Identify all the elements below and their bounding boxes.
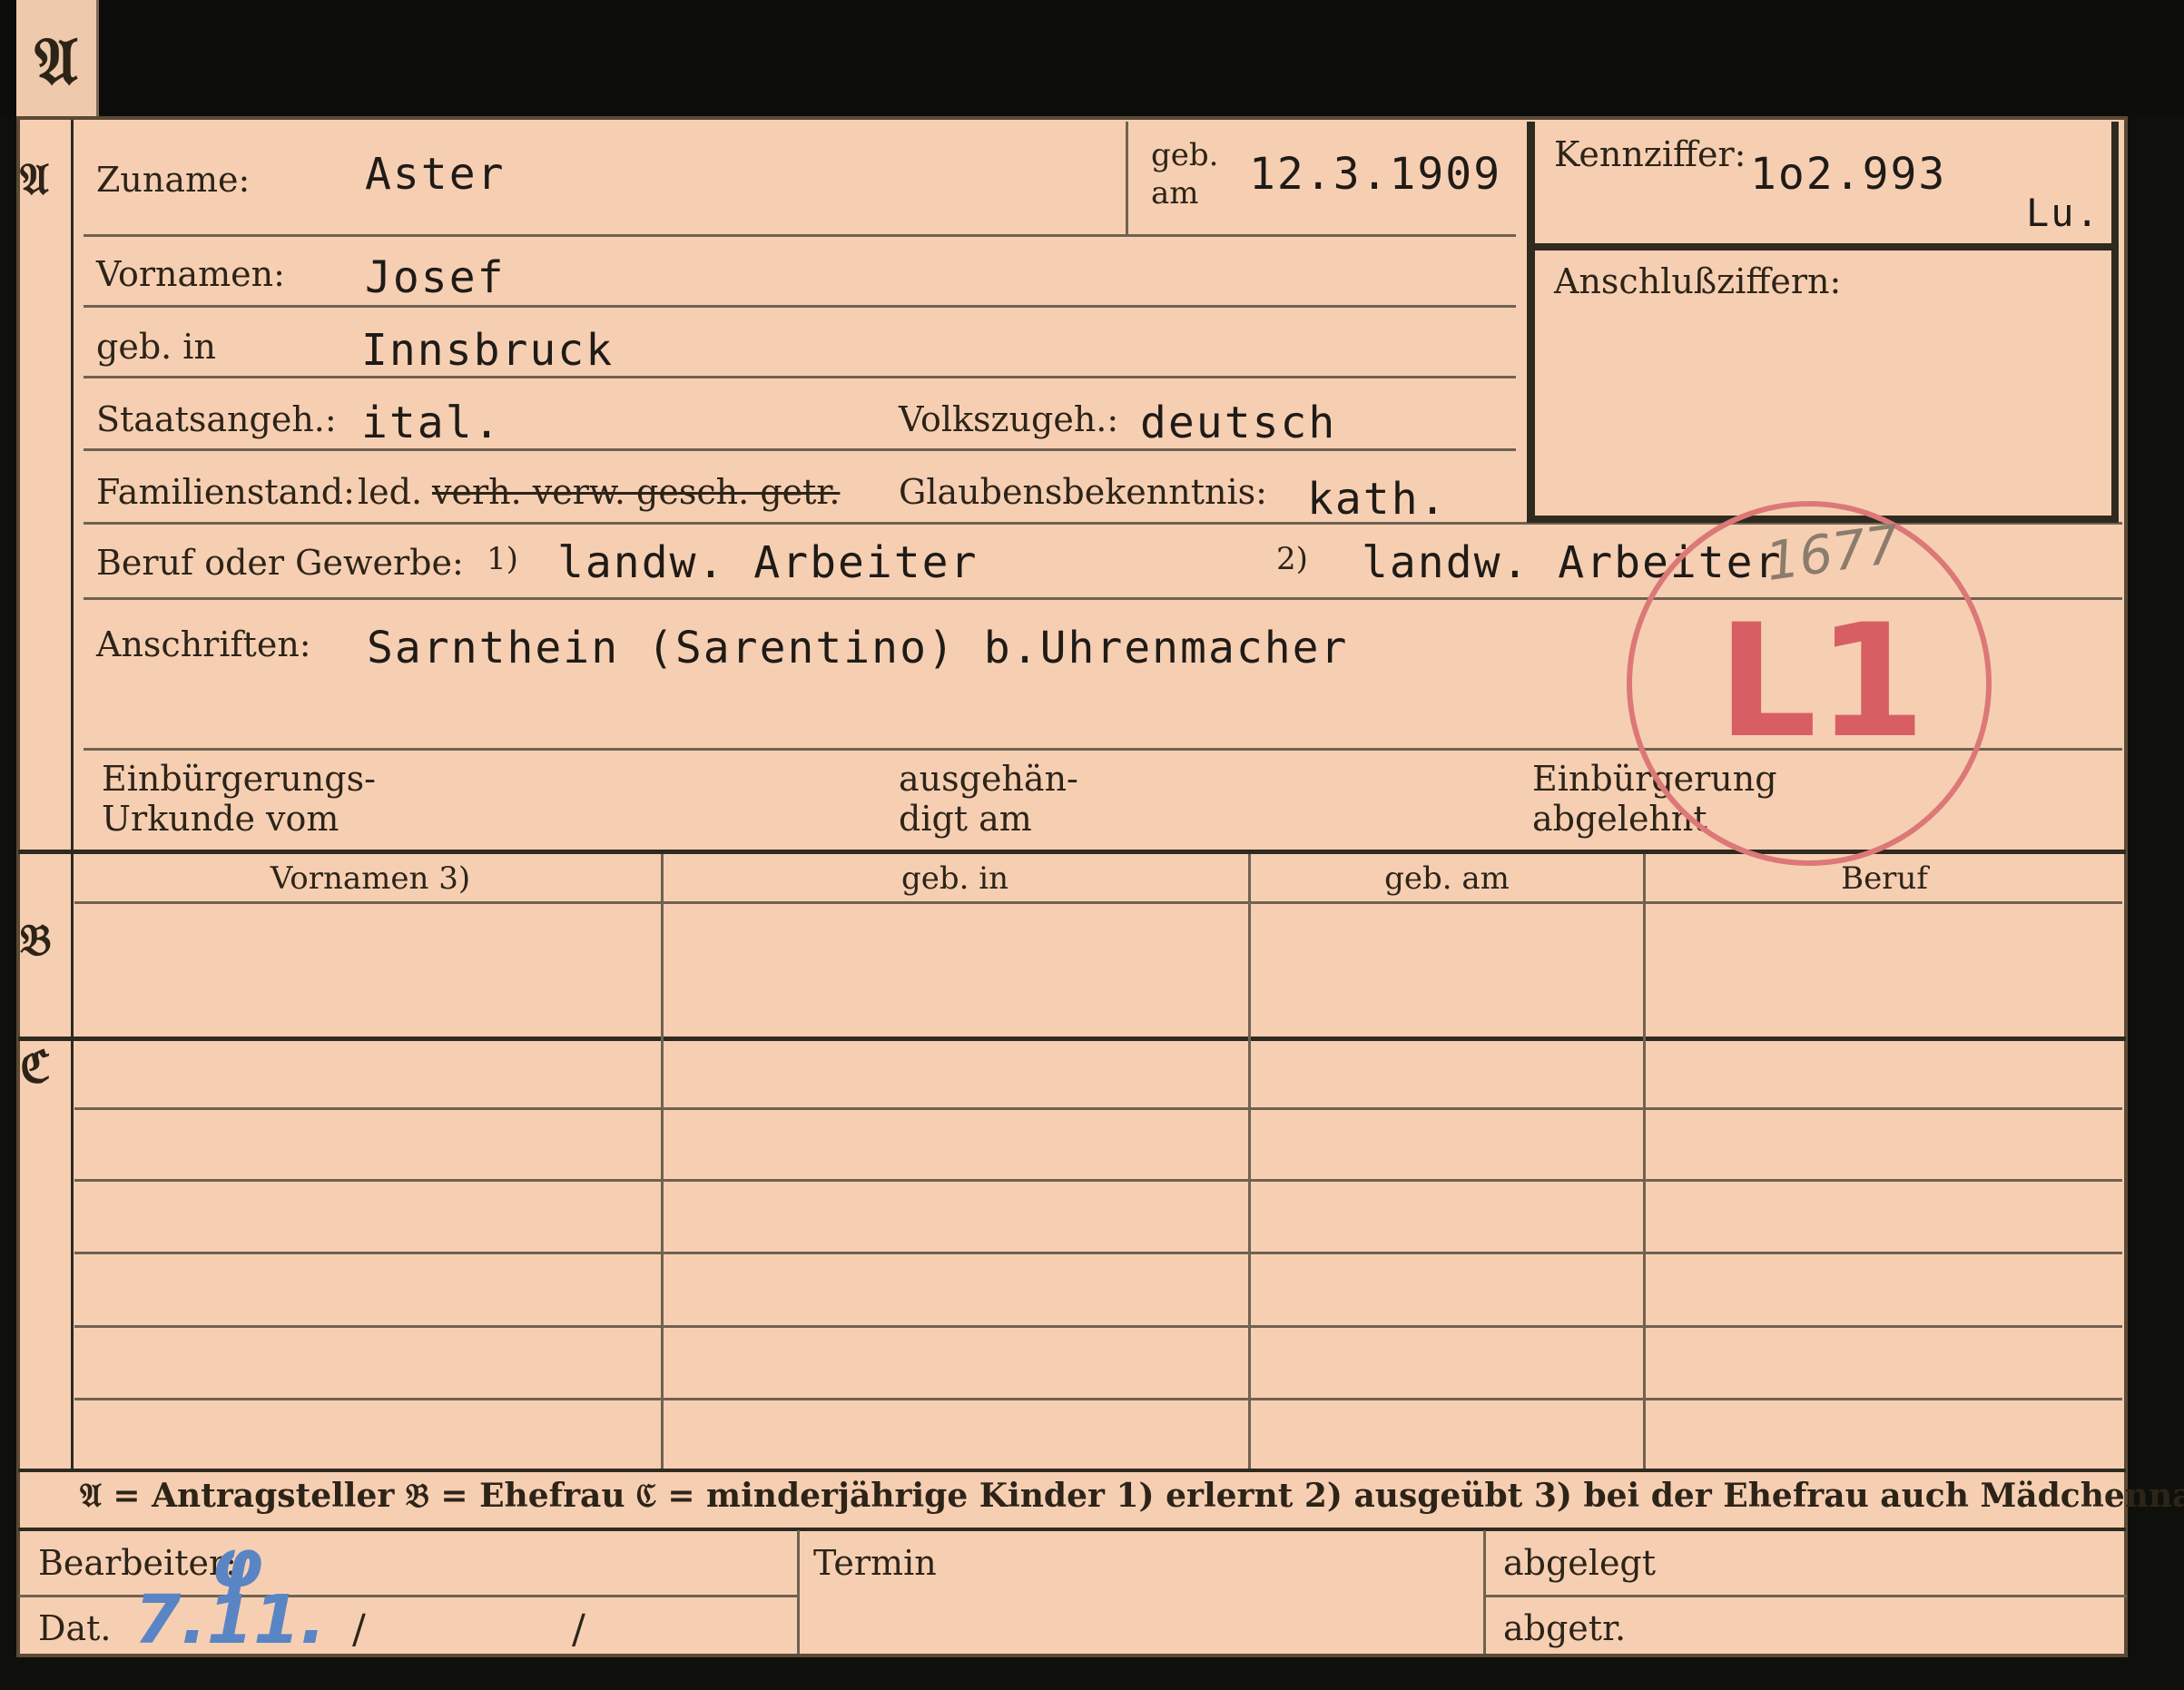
address-label: Anschriften: <box>96 624 311 664</box>
id-value: 1o2.993 <box>1750 149 1947 200</box>
legend-bottom-line <box>18 1528 2126 1531</box>
surname-line <box>84 234 1516 237</box>
dob-label: geb. am <box>1151 137 1219 211</box>
table-header-birthplace: geb. in <box>900 860 1009 897</box>
citizenship-line <box>84 448 1516 451</box>
table-header-first-names: Vornamen 3) <box>270 860 471 897</box>
table-header-occupation: Beruf <box>1841 860 1928 897</box>
child-row-line-3 <box>74 1252 2122 1254</box>
citizenship-label: Staatsangeh.: <box>96 399 337 439</box>
birthplace-label: geb. in <box>96 327 216 367</box>
practiced-footnote: 2) <box>1276 541 1308 577</box>
naturalization-certificate-label: Einbürgerungs- Urkunde vom <box>102 759 376 839</box>
table-col-2 <box>1248 854 1251 1469</box>
citizenship-value: ital. <box>361 398 502 448</box>
ethnicity-label: Volkszugeh.: <box>899 399 1119 439</box>
appointment-label: Termin <box>813 1543 937 1583</box>
birthplace-line <box>84 376 1516 378</box>
card-tab: 𝔄 <box>16 0 99 116</box>
occupation-label: Beruf oder Gewerbe: <box>96 543 464 583</box>
handed-out-label: ausgehän- digt am <box>899 759 1078 839</box>
section-a-marker: 𝔄 <box>20 154 49 205</box>
table-col-3 <box>1643 854 1646 1469</box>
section-divider-b-c <box>18 1037 2126 1041</box>
table-bottom-line <box>18 1469 2126 1472</box>
child-row-line-2 <box>74 1179 2122 1182</box>
learned-occupation: landw. Arbeiter <box>557 537 979 588</box>
id-suffix: Lu. <box>2026 191 2100 235</box>
child-row-line-1 <box>74 1107 2122 1110</box>
table-header-line <box>74 901 2122 904</box>
learned-footnote: 1) <box>487 541 518 577</box>
legend-line: 𝔄 = Antragsteller 𝔅 = Ehefrau ℭ = minder… <box>80 1477 2184 1515</box>
first-names-label: Vornamen: <box>96 254 285 294</box>
child-row-line-4 <box>74 1325 2122 1328</box>
id-box-right <box>2111 122 2119 523</box>
date-slash-1: / <box>352 1606 366 1653</box>
filed-label: abgelegt <box>1503 1543 1657 1583</box>
processor-label: Bearbeiter: <box>38 1543 237 1583</box>
section-c-marker: ℭ <box>20 1042 51 1093</box>
marital-status: led. <box>358 472 423 512</box>
filed-divider <box>1483 1530 1486 1654</box>
date-handwriting: 7.11. <box>134 1581 326 1659</box>
address-value: Sarnthein (Sarentino) b.Uhrenmacher <box>367 623 1349 673</box>
filed-line <box>1486 1595 2127 1597</box>
connection-label: Anschlußziffern: <box>1554 261 1842 301</box>
child-row-line-5 <box>74 1398 2122 1400</box>
marital-label: Familienstand: <box>96 472 355 512</box>
id-label: Kennziffer: <box>1554 134 1746 174</box>
appointment-divider <box>797 1530 800 1654</box>
date-label: Dat. <box>38 1608 112 1648</box>
dob-divider <box>1126 122 1128 234</box>
religion-label: Glaubensbekenntnis: <box>899 472 1267 512</box>
first-name-line <box>84 305 1516 308</box>
first-names-value: Josef <box>365 252 506 303</box>
table-header-dob: geb. am <box>1384 860 1510 897</box>
dob-value: 12.3.1909 <box>1249 149 1502 200</box>
tab-letter: 𝔄 <box>34 22 78 99</box>
id-box-left <box>1527 122 1535 523</box>
id-box-divider <box>1527 243 2111 251</box>
birthplace-value: Innsbruck <box>361 325 615 376</box>
stamp-text: L1 <box>1717 590 1926 772</box>
section-b-marker: 𝔅 <box>20 915 52 966</box>
surname-label: Zuname: <box>96 160 251 200</box>
top-dark-margin <box>0 0 2184 118</box>
separated-label: abgetr. <box>1503 1608 1627 1648</box>
table-col-1 <box>661 854 664 1469</box>
surname-value: Aster <box>365 149 506 200</box>
left-margin-line <box>71 120 74 1472</box>
date-slash-2: / <box>572 1606 585 1653</box>
marital-struck-options: verh. verw. gesch. getr. <box>432 472 841 512</box>
ethnicity-value: deutsch <box>1140 398 1337 448</box>
religion-value: kath. <box>1307 474 1448 525</box>
